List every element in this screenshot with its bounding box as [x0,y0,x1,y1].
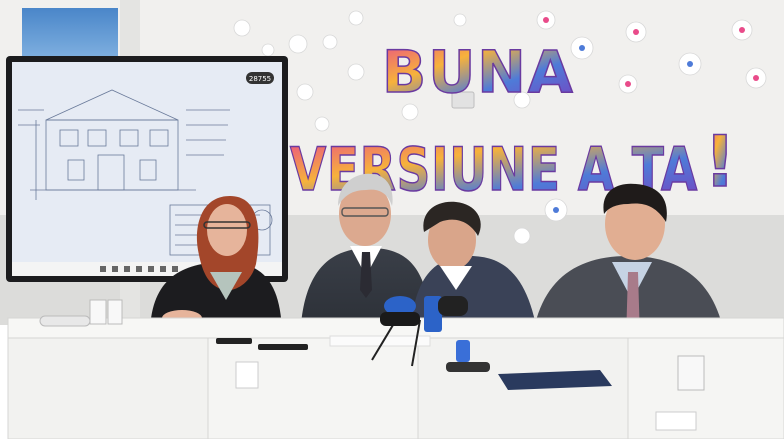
press-conference-photo: BUNA VERSIUNE A TA ! 28755 [0,0,784,439]
banner-line1: BUNA [382,38,575,106]
screen-badge-text: 28755 [249,75,271,83]
banner-exclamation: ! [704,121,736,203]
photo-canvas: BUNA VERSIUNE A TA ! 28755 [0,0,784,439]
